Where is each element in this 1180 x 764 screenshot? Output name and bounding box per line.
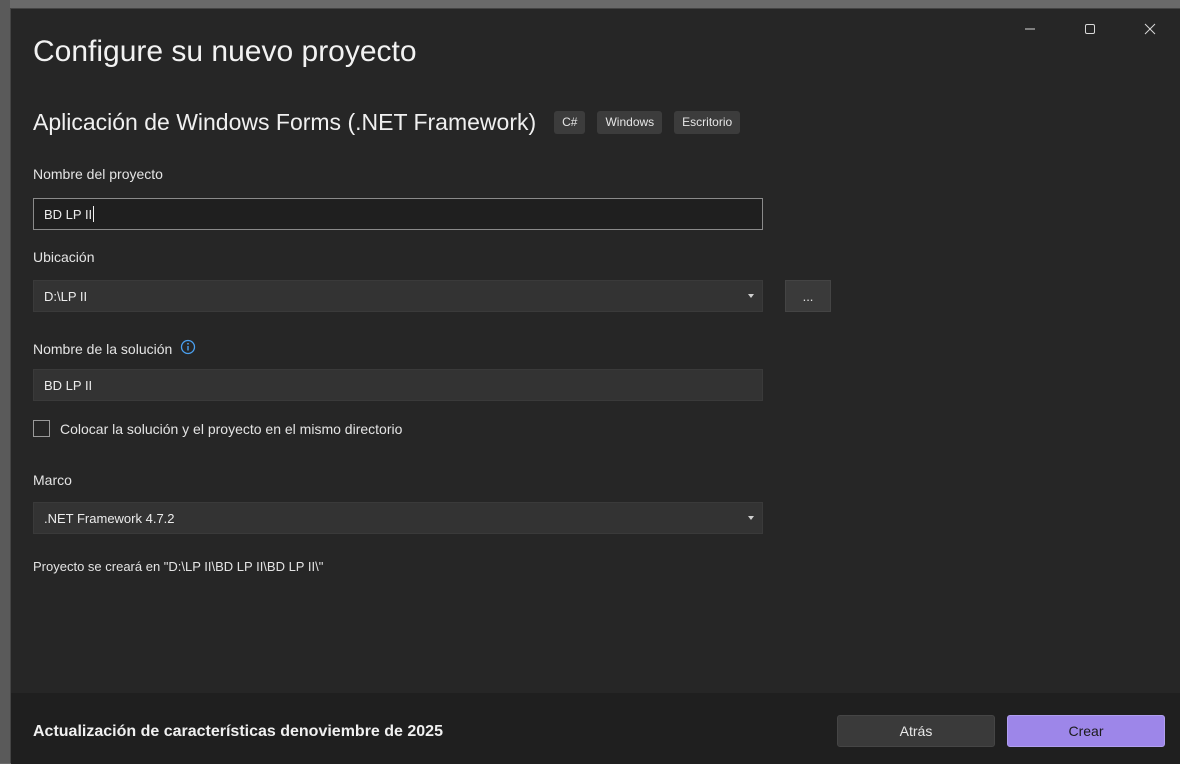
- chevron-down-icon: [748, 516, 754, 520]
- feature-update-text: Actualización de características denovie…: [33, 723, 443, 740]
- project-name-input[interactable]: BD LP II: [33, 198, 763, 230]
- solution-name-label-row: Nombre de la solución: [33, 339, 196, 358]
- chevron-down-icon: [748, 294, 754, 298]
- project-path-note: Proyecto se creará en "D:\LP II\BD LP II…: [33, 559, 324, 574]
- page-title: Configure su nuevo proyecto: [33, 35, 417, 68]
- location-label: Ubicación: [33, 249, 95, 265]
- desktop-edge: [0, 0, 10, 763]
- same-directory-option[interactable]: Colocar la solución y el proyecto en el …: [33, 420, 402, 437]
- dialog-footer: Actualización de características denovie…: [11, 693, 1180, 764]
- browse-button[interactable]: ...: [785, 280, 831, 312]
- template-header: Aplicación de Windows Forms (.NET Framew…: [33, 109, 752, 136]
- tag-language: C#: [554, 111, 586, 134]
- tag-project-type: Escritorio: [674, 111, 741, 134]
- tag-platform: Windows: [597, 111, 663, 134]
- solution-name-value: BD LP II: [44, 377, 93, 393]
- close-icon: [1144, 23, 1156, 35]
- info-icon[interactable]: [180, 339, 196, 358]
- maximize-icon: [1085, 24, 1095, 34]
- maximize-button[interactable]: [1060, 9, 1120, 49]
- same-directory-checkbox[interactable]: [33, 420, 50, 437]
- minimize-button[interactable]: [1000, 9, 1060, 49]
- location-value: D:\LP II: [44, 288, 88, 304]
- create-button[interactable]: Crear: [1007, 715, 1165, 747]
- solution-name-label: Nombre de la solución: [33, 340, 173, 357]
- framework-label: Marco: [33, 472, 72, 488]
- minimize-icon: [1025, 28, 1035, 30]
- location-combobox[interactable]: D:\LP II: [33, 280, 763, 312]
- template-name: Aplicación de Windows Forms (.NET Framew…: [33, 109, 537, 135]
- back-button[interactable]: Atrás: [837, 715, 995, 747]
- new-project-dialog: Configure su nuevo proyecto Aplicación d…: [10, 8, 1180, 764]
- framework-value: .NET Framework 4.7.2: [44, 510, 175, 526]
- close-button[interactable]: [1120, 9, 1180, 49]
- framework-select[interactable]: .NET Framework 4.7.2: [33, 502, 763, 534]
- window-controls: [1000, 9, 1180, 49]
- project-name-value: BD LP II: [44, 206, 93, 222]
- solution-name-input[interactable]: BD LP II: [33, 369, 763, 401]
- project-name-label: Nombre del proyecto: [33, 166, 163, 182]
- text-caret: [93, 206, 95, 222]
- same-directory-label: Colocar la solución y el proyecto en el …: [60, 420, 403, 437]
